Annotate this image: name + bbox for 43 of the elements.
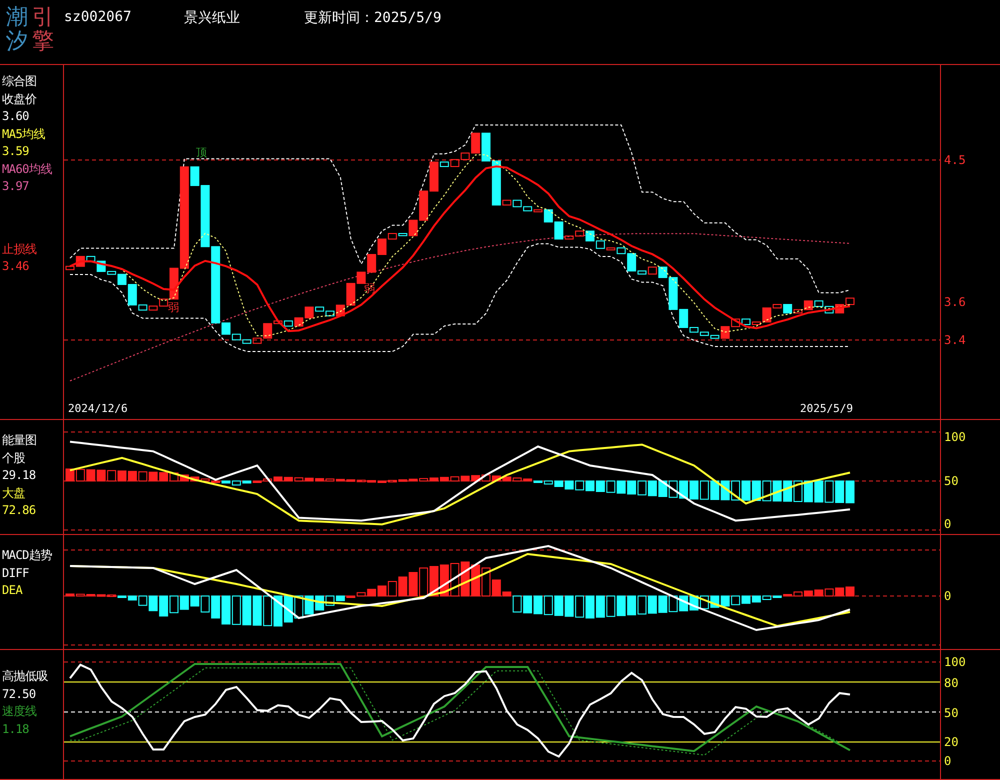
axis-label: 20 bbox=[944, 734, 958, 750]
update-time: 更新时间：2025/5/9 bbox=[304, 9, 442, 27]
legend-label: 72.50 bbox=[1, 686, 37, 702]
legend-label: 止损线 bbox=[1, 240, 38, 258]
axis-label: 3.4 bbox=[944, 332, 966, 348]
date-label: 2025/5/9 bbox=[800, 402, 853, 415]
axis-label: 0 bbox=[944, 588, 952, 604]
stock-code: sz002067 bbox=[64, 9, 132, 25]
legend-label: DEA bbox=[1, 582, 24, 599]
axis-label: 0 bbox=[944, 516, 952, 532]
axis-label: 80 bbox=[944, 675, 958, 691]
legend-label: 29.18 bbox=[1, 467, 37, 484]
legend-label: 3.60 bbox=[1, 108, 30, 125]
legend-label: 大盘 bbox=[1, 484, 26, 502]
legend-label: DIFF bbox=[1, 564, 30, 582]
logo-text: 潮汐 bbox=[6, 6, 28, 54]
legend-label: 72.86 bbox=[1, 502, 37, 519]
legend-label: 3.59 bbox=[1, 143, 30, 160]
legend-label: 速度线 bbox=[1, 703, 38, 720]
legend-label: 3.46 bbox=[1, 258, 30, 275]
axis-label: 100 bbox=[944, 429, 966, 445]
legend-label: MA60均线 bbox=[1, 160, 53, 178]
legend-label: 3.97 bbox=[1, 178, 30, 195]
axis-label: 4.5 bbox=[944, 152, 966, 168]
axis-label: 50 bbox=[944, 705, 958, 721]
legend-label: 能量图 bbox=[1, 432, 38, 449]
axis-label: 100 bbox=[944, 654, 966, 670]
logo-text: 引擎 bbox=[32, 6, 54, 54]
stock-name: 景兴纸业 bbox=[184, 9, 241, 27]
axis-label: 50 bbox=[944, 473, 958, 489]
legend-label: 1.18 bbox=[1, 720, 30, 738]
legend-label: 综合图 bbox=[1, 73, 38, 90]
legend-label: 收盘价 bbox=[1, 90, 38, 108]
axis-label: 0 bbox=[944, 753, 952, 769]
axis-label: 3.6 bbox=[944, 294, 966, 310]
signal-label: 弱 bbox=[168, 300, 179, 315]
signal-label: 弱 bbox=[364, 281, 375, 296]
date-label: 2024/12/6 bbox=[68, 402, 128, 415]
legend-label: 高抛低吸 bbox=[1, 668, 49, 685]
legend-label: MACD趋势 bbox=[1, 547, 53, 564]
legend-label: 个股 bbox=[1, 450, 26, 466]
legend-label: MA5均线 bbox=[1, 126, 46, 142]
signal-label: 顶 bbox=[196, 145, 207, 160]
